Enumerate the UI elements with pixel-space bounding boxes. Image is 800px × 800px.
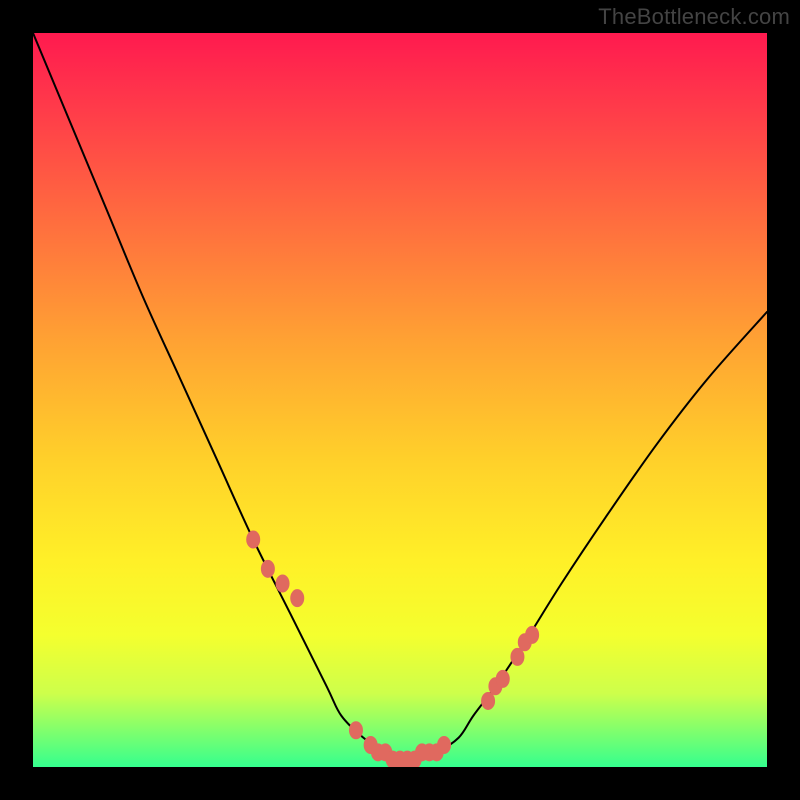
marker-dot (246, 530, 260, 548)
marker-dot (525, 626, 539, 644)
plot-area (33, 33, 767, 767)
watermark-text: TheBottleneck.com (598, 4, 790, 30)
chart-frame: TheBottleneck.com (0, 0, 800, 800)
highlight-markers (246, 530, 539, 767)
marker-dot (349, 721, 363, 739)
curve-line (33, 33, 767, 761)
marker-dot (276, 575, 290, 593)
marker-dot (437, 736, 451, 754)
marker-dot (496, 670, 510, 688)
marker-dot (290, 589, 304, 607)
chart-svg (33, 33, 767, 767)
marker-dot (261, 560, 275, 578)
